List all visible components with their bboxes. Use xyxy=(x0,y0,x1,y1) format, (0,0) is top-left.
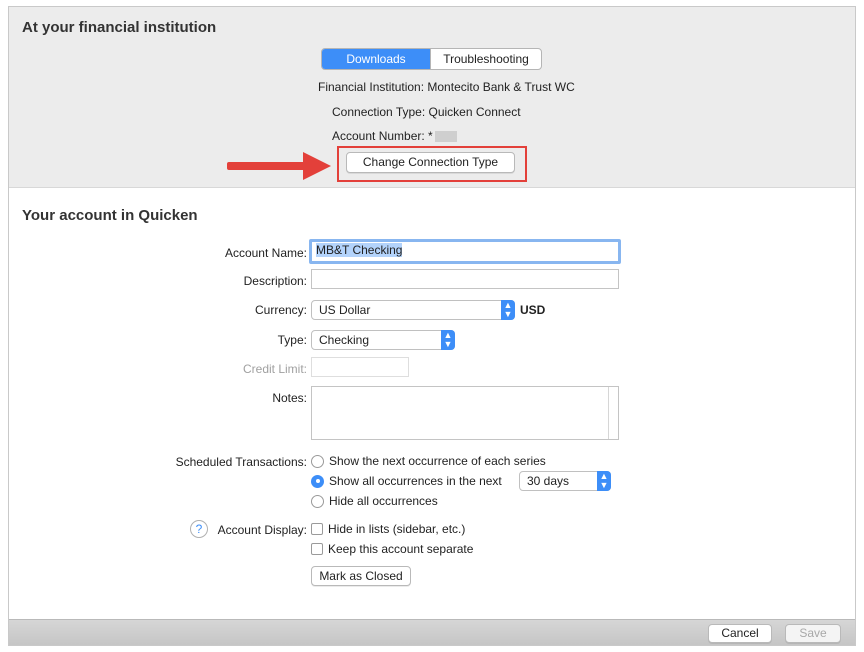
radio-button[interactable] xyxy=(311,454,324,468)
change-connection-type-button[interactable]: Change Connection Type xyxy=(346,152,515,173)
credit-limit-label: Credit Limit: xyxy=(242,362,307,376)
period-select-value: 30 days xyxy=(527,474,570,488)
cancel-button[interactable]: Cancel xyxy=(708,624,772,643)
keep-separate-option[interactable]: Keep this account separate xyxy=(311,542,473,556)
financial-institution-text: Financial Institution: Montecito Bank & … xyxy=(318,80,575,94)
checkbox[interactable] xyxy=(311,523,323,535)
scheduled-option-hide[interactable]: Hide all occurrences xyxy=(311,494,438,508)
scheduled-option-label: Show the next occurrence of each series xyxy=(329,454,546,468)
red-arrow-icon xyxy=(227,152,331,180)
chevron-updown-icon: ▲ ▼ xyxy=(441,330,455,350)
hide-in-lists-option[interactable]: Hide in lists (sidebar, etc.) xyxy=(311,522,465,536)
notes-textarea[interactable] xyxy=(311,386,619,440)
tab-troubleshooting[interactable]: Troubleshooting xyxy=(430,49,541,69)
account-number-row: Account Number: * xyxy=(332,129,457,143)
tab-downloads[interactable]: Downloads xyxy=(322,49,430,69)
notes-scrollbar[interactable] xyxy=(608,387,618,439)
currency-select-value: US Dollar xyxy=(319,303,371,317)
radio-button-selected[interactable] xyxy=(311,474,324,488)
mark-as-closed-button[interactable]: Mark as Closed xyxy=(311,566,411,586)
currency-select[interactable]: US Dollar ▲ ▼ xyxy=(311,300,515,320)
type-select-value: Checking xyxy=(319,333,370,347)
radio-button[interactable] xyxy=(311,494,324,508)
institution-tabs: Downloads Troubleshooting xyxy=(321,48,542,70)
currency-label: Currency: xyxy=(254,303,307,317)
connection-type-text: Connection Type: Quicken Connect xyxy=(332,105,521,119)
save-button[interactable]: Save xyxy=(785,624,841,643)
account-name-value: MB&T Checking xyxy=(316,243,403,257)
period-select[interactable]: 30 days ▲ ▼ xyxy=(519,471,611,491)
financial-institution-section: At your financial institution Downloads … xyxy=(9,7,855,188)
account-number-text: Account Number: * xyxy=(332,129,433,143)
description-label: Description: xyxy=(243,274,307,288)
notes-label: Notes: xyxy=(272,391,307,405)
type-select[interactable]: Checking ▲ ▼ xyxy=(311,330,455,350)
chevron-updown-icon: ▲ ▼ xyxy=(501,300,515,320)
masked-account-number xyxy=(434,131,457,143)
type-label: Type: xyxy=(277,333,307,347)
description-input[interactable] xyxy=(311,269,619,289)
checkbox[interactable] xyxy=(311,543,323,555)
scheduled-transactions-label: Scheduled Transactions: xyxy=(175,455,307,469)
account-display-label: Account Display: xyxy=(217,523,307,537)
keep-separate-label: Keep this account separate xyxy=(328,542,474,556)
footer-bar: Cancel Save xyxy=(9,619,855,645)
scheduled-option-label: Show all occurrences in the next xyxy=(329,474,502,488)
credit-limit-input[interactable] xyxy=(311,357,409,377)
currency-code: USD xyxy=(520,303,546,317)
scheduled-option-label: Hide all occurrences xyxy=(329,494,438,508)
scheduled-option-all[interactable]: Show all occurrences in the next xyxy=(311,474,502,488)
account-section-title: Your account in Quicken xyxy=(22,207,198,224)
help-icon[interactable]: ? xyxy=(190,520,208,538)
account-settings-window: At your financial institution Downloads … xyxy=(8,6,856,646)
account-name-input[interactable]: MB&T Checking xyxy=(309,239,621,264)
hide-in-lists-label: Hide in lists (sidebar, etc.) xyxy=(328,522,466,536)
institution-section-title: At your financial institution xyxy=(22,19,217,36)
scheduled-option-next[interactable]: Show the next occurrence of each series xyxy=(311,454,546,468)
chevron-updown-icon: ▲ ▼ xyxy=(597,471,611,491)
account-name-label: Account Name: xyxy=(224,246,307,260)
